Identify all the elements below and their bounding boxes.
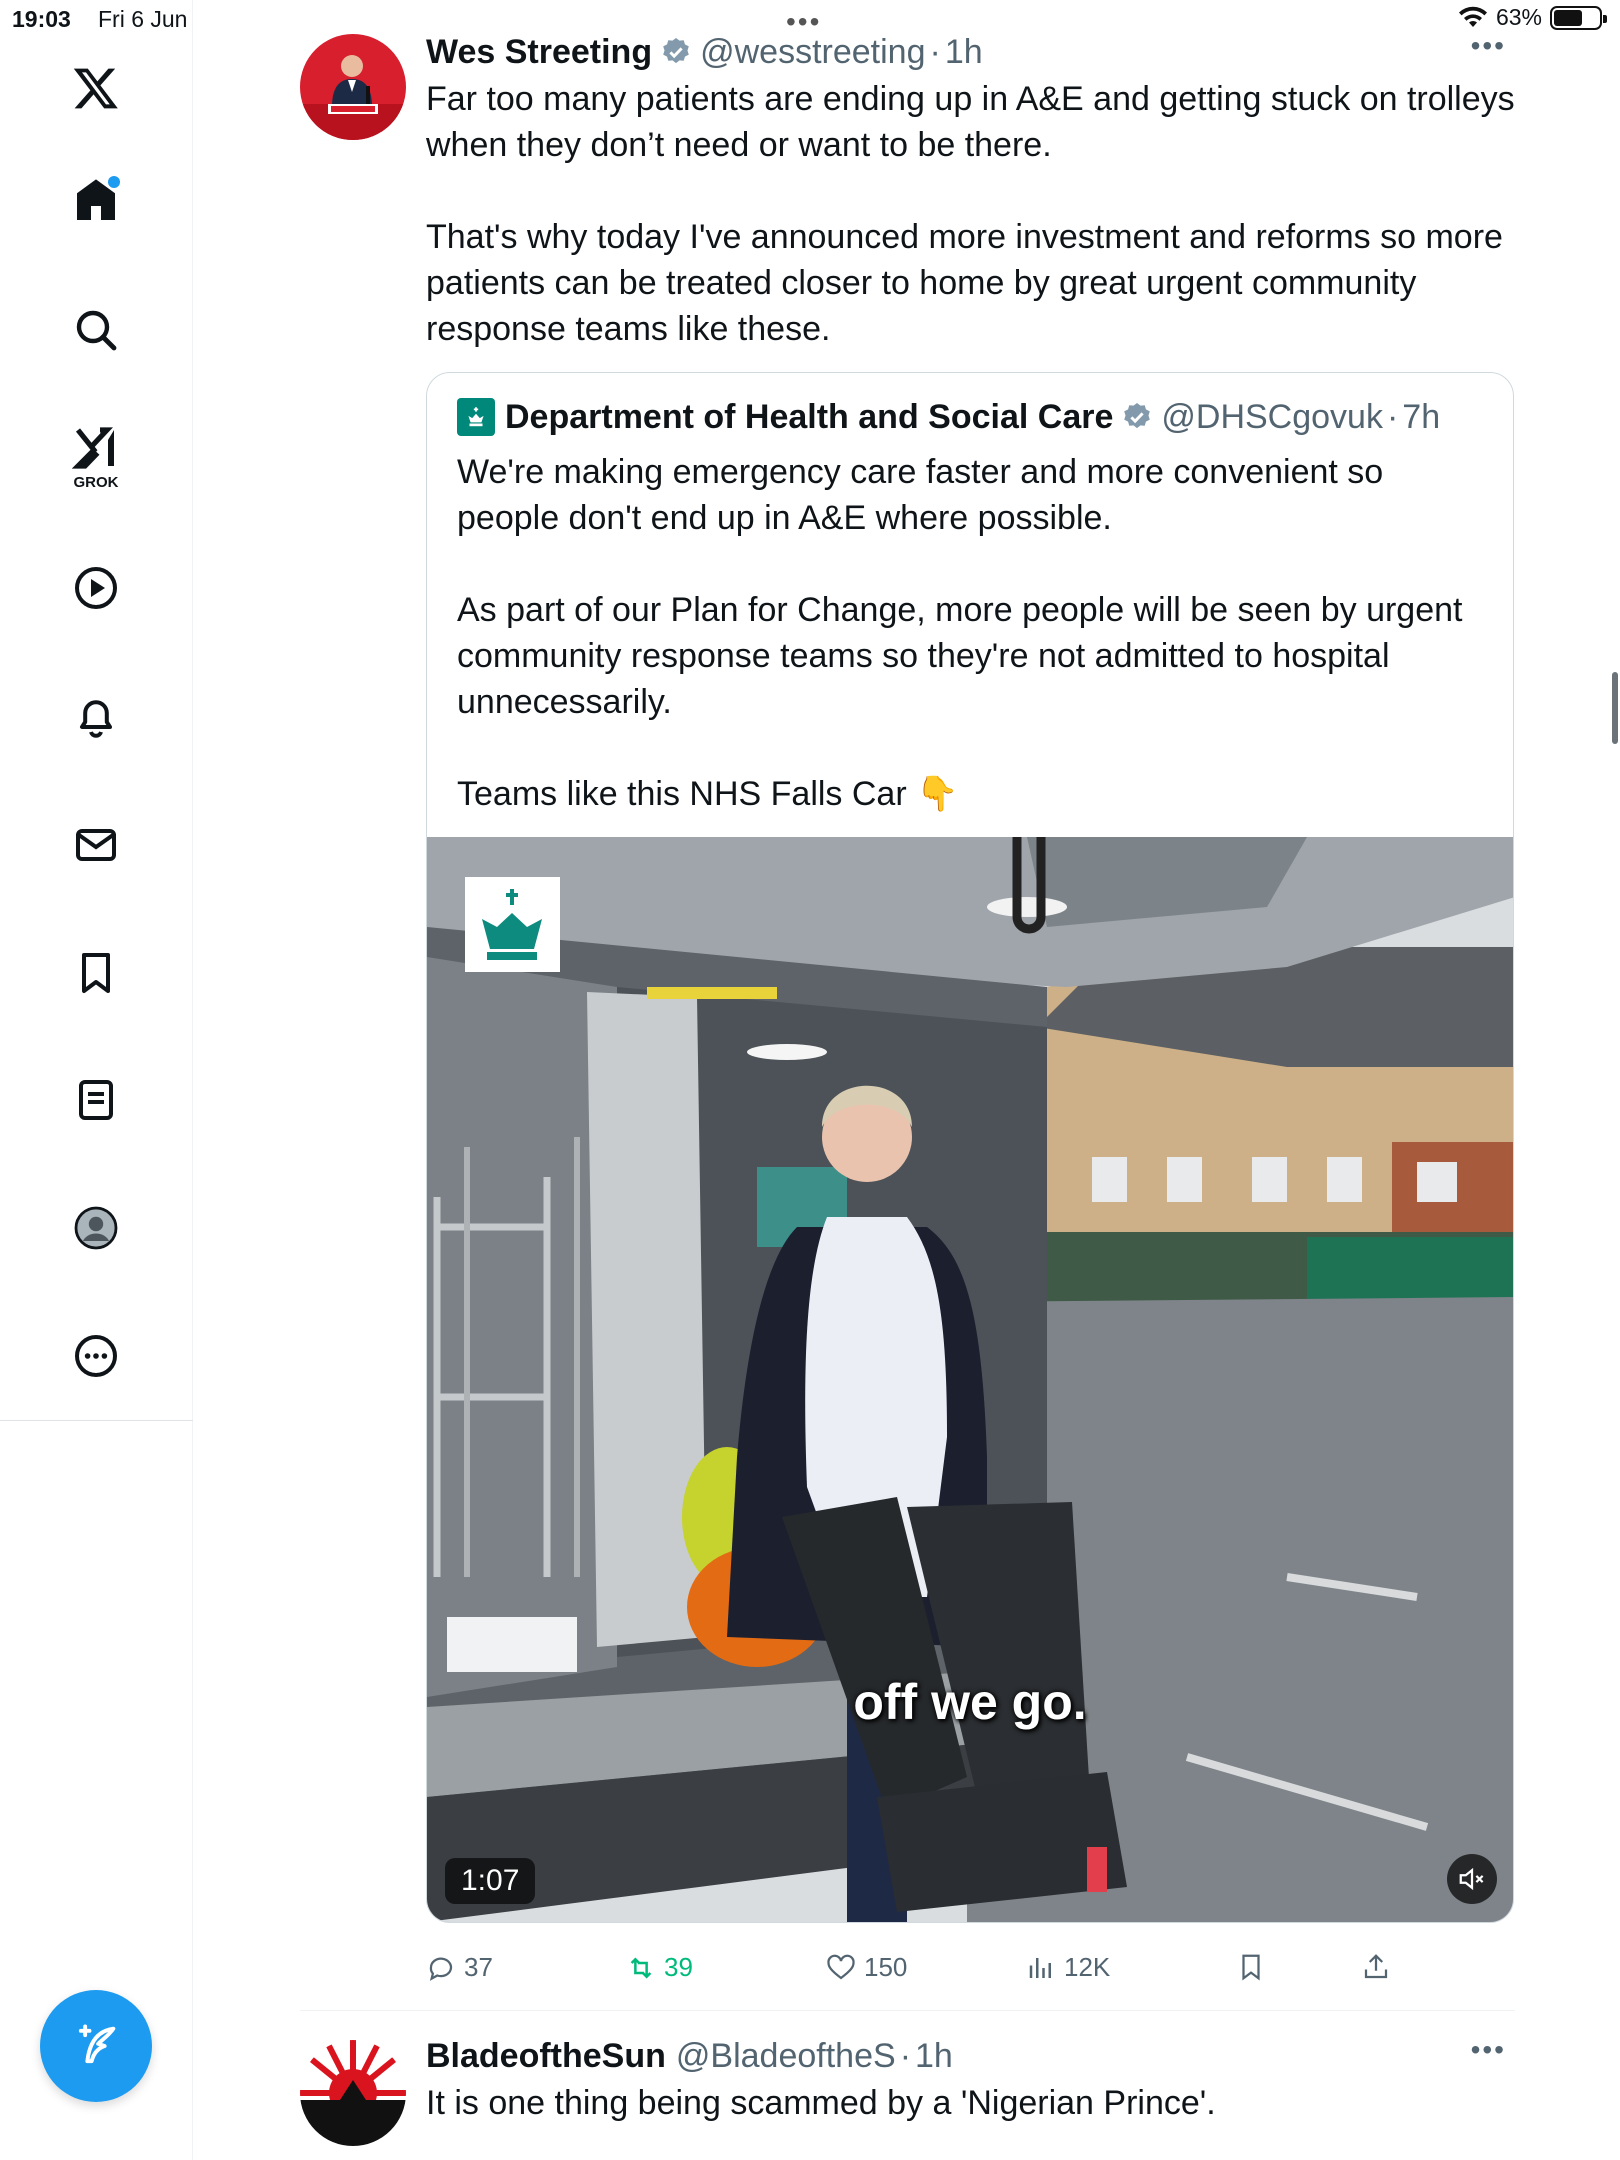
sidebar-item-bookmarks[interactable]	[56, 933, 136, 1013]
quoted-tweet[interactable]: Department of Health and Social Care @DH…	[426, 372, 1514, 1923]
dot-separator: ·	[899, 2037, 912, 2075]
repost-count: 39	[664, 1952, 693, 1982]
tweet-paragraph: That's why today I've announced more inv…	[426, 218, 1503, 348]
wifi-icon	[1458, 6, 1487, 27]
author-name[interactable]: BladeoftheSun	[426, 2034, 666, 2078]
sidebar-item-messages[interactable]	[56, 805, 136, 885]
verified-badge-icon[interactable]	[660, 36, 692, 68]
battery-icon	[1550, 5, 1607, 30]
views-chart-icon	[1029, 1957, 1051, 1978]
sidebar-item-more[interactable]	[56, 1316, 136, 1396]
tweet-separator	[300, 2010, 1515, 2011]
video-duration: 1:07	[445, 1858, 536, 1904]
tweet-text: Far too many patients are ending up in A…	[426, 76, 1516, 352]
avatar[interactable]	[300, 2040, 406, 2146]
share-button[interactable]	[1361, 1952, 1391, 1982]
tweet-wes-streeting[interactable]: Wes Streeting @wesstreeting · 1h ••• Far…	[300, 30, 1515, 2010]
reply-icon	[429, 1957, 453, 1981]
tweet-timestamp[interactable]: 1h	[915, 2034, 953, 2078]
dhsc-logo-icon[interactable]	[457, 398, 495, 436]
more-circle-icon	[75, 1335, 117, 1377]
avatar[interactable]	[300, 34, 406, 140]
views-button[interactable]: 12K	[1026, 1952, 1110, 1983]
compose-icon	[78, 2024, 116, 2064]
sidebar-item-grok[interactable]: GROK	[56, 415, 136, 495]
tweet-paragraph: Far too many patients are ending up in A…	[426, 80, 1515, 164]
dot-separator: ·	[929, 33, 941, 71]
reply-button[interactable]: 37	[426, 1952, 493, 1983]
sidebar-item-profile[interactable]	[56, 1188, 136, 1268]
bookmark-button[interactable]	[1236, 1952, 1266, 1982]
compose-button[interactable]	[40, 1990, 152, 2102]
sidebar: GROK	[0, 0, 193, 2160]
view-count: 12K	[1064, 1952, 1111, 1982]
like-count: 150	[864, 1952, 908, 1982]
search-icon	[76, 310, 117, 351]
share-icon	[1364, 1954, 1388, 1979]
bell-icon	[80, 700, 112, 738]
grok-label: GROK	[73, 474, 119, 491]
dot-separator: ·	[1386, 398, 1399, 436]
quote-author-name[interactable]: Department of Health and Social Care	[505, 395, 1113, 439]
quote-timestamp[interactable]: 7h	[1402, 395, 1440, 439]
like-button[interactable]: 150	[826, 1952, 907, 1983]
tweet-header: Wes Streeting @wesstreeting · 1h	[426, 30, 1516, 74]
author-handle[interactable]: @wesstreeting	[700, 30, 925, 74]
battery-percent: 63%	[1495, 4, 1542, 30]
sidebar-item-search[interactable]	[56, 290, 136, 370]
mute-button[interactable]	[1447, 1854, 1497, 1904]
sidebar-item-video[interactable]	[56, 548, 136, 628]
status-right: 63%	[1458, 4, 1607, 31]
more-options-icon[interactable]: •••	[1471, 30, 1506, 62]
video-play-icon	[75, 567, 117, 609]
tweet-bladeofthesun[interactable]: BladeoftheSun @BladeoftheS · 1h ••• It i…	[300, 2034, 1515, 2160]
sidebar-item-notifications[interactable]	[56, 677, 136, 757]
verified-badge-icon[interactable]	[1121, 401, 1153, 433]
tweet-actions: 37 39 150 12K	[426, 1952, 1514, 2002]
quote-author-handle[interactable]: @DHSCgovuk	[1161, 395, 1383, 439]
scrollbar-thumb[interactable]	[1612, 672, 1618, 744]
quote-paragraph: As part of our Plan for Change, more peo…	[457, 591, 1463, 721]
profile-icon	[74, 1206, 118, 1250]
author-name[interactable]: Wes Streeting	[426, 30, 652, 74]
heart-icon	[827, 1954, 855, 1979]
quote-paragraph: We're making emergency care faster and m…	[457, 453, 1384, 537]
video-caption: off we go.	[853, 1674, 1087, 1730]
sidebar-item-home[interactable]	[56, 160, 136, 240]
lists-icon	[79, 1080, 113, 1120]
quote-text: We're making emergency care faster and m…	[427, 439, 1513, 837]
tweet-timestamp[interactable]: 1h	[945, 30, 983, 74]
bookmark-icon	[82, 953, 110, 993]
sidebar-divider	[0, 1420, 193, 1421]
reply-count: 37	[464, 1952, 493, 1982]
author-handle[interactable]: @BladeoftheS	[676, 2034, 896, 2078]
x-logo-icon[interactable]	[56, 48, 136, 128]
quote-paragraph: Teams like this NHS Falls Car 👇	[457, 775, 959, 813]
repost-button[interactable]: 39	[626, 1952, 693, 1983]
repost-icon	[630, 1956, 652, 1979]
battery-fill	[1554, 9, 1582, 26]
video-frame-image	[427, 837, 1513, 1922]
sidebar-item-lists[interactable]	[56, 1060, 136, 1140]
quote-header: Department of Health and Social Care @DH…	[427, 373, 1513, 439]
tweet-text: It is one thing being scammed by a 'Nige…	[426, 2084, 1216, 2122]
muted-speaker-icon	[1459, 1867, 1484, 1891]
home-notification-dot	[108, 176, 120, 188]
more-options-icon[interactable]: •••	[1471, 2034, 1506, 2066]
bookmark-icon	[1242, 1954, 1260, 1981]
tweet-header: BladeoftheSun @BladeoftheS · 1h	[426, 2034, 1516, 2078]
grok-icon	[72, 427, 114, 469]
video-player[interactable]: off we go. 1:07	[427, 837, 1513, 1922]
mail-icon	[76, 829, 116, 861]
